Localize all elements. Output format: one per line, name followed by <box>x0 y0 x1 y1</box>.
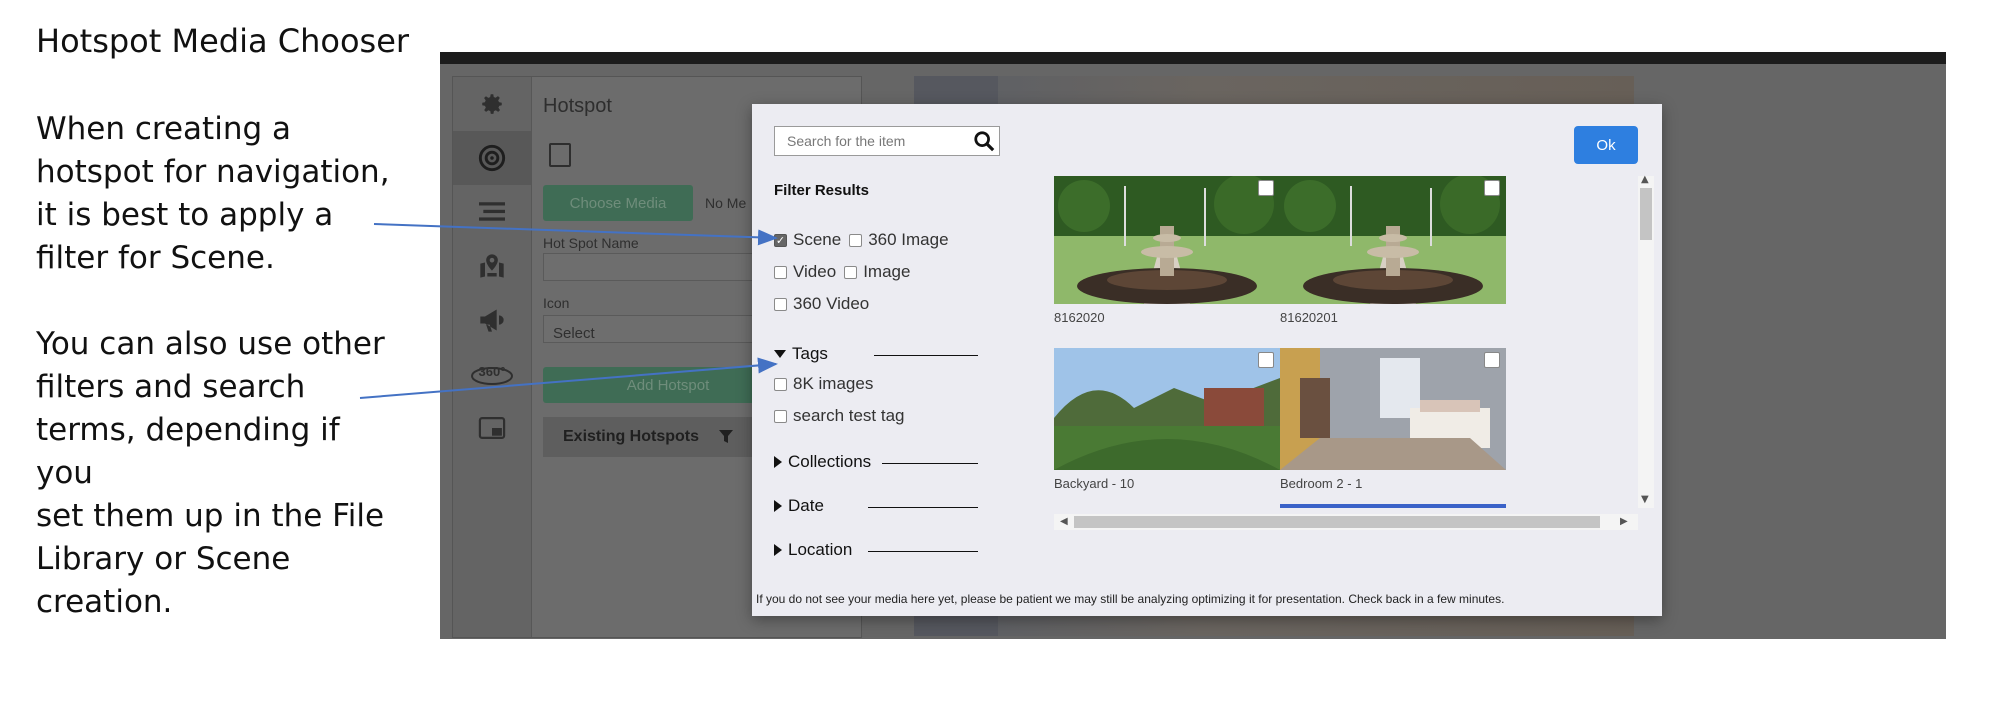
annotation-note-other-filters: You can also use other filters and searc… <box>36 326 385 620</box>
filter-360-image[interactable]: 360 Image <box>849 230 949 250</box>
caret-down-icon <box>774 350 786 358</box>
filter-row-3: 360 Video <box>774 294 877 314</box>
panel-title: Hotspot <box>543 95 612 117</box>
filter-results-title: Filter Results <box>774 182 870 199</box>
sidebar: 360° <box>453 77 532 637</box>
top-bar <box>440 52 1946 64</box>
tag-row-2[interactable]: search test tag <box>774 406 905 426</box>
media-select-checkbox[interactable] <box>1258 180 1274 196</box>
scroll-left-arrow-icon[interactable]: ◀ <box>1060 516 1068 527</box>
svg-text:360°: 360° <box>479 364 506 379</box>
target-icon[interactable] <box>453 131 531 185</box>
media-chooser-modal: Ok Filter Results Scene 360 Image Video … <box>752 104 1662 616</box>
tags-label: Tags <box>792 344 828 363</box>
no-media-text: No Me <box>705 195 747 211</box>
filter-row-1: Scene 360 Image <box>774 230 957 250</box>
tag-label: 8K images <box>793 374 874 393</box>
collections-section-toggle[interactable]: Collections <box>774 452 871 472</box>
date-label: Date <box>788 496 824 515</box>
media-thumbnail[interactable] <box>1280 348 1506 470</box>
360-image-checkbox[interactable] <box>849 233 863 247</box>
video-checkbox[interactable] <box>774 265 787 279</box>
megaphone-icon[interactable] <box>453 293 531 347</box>
media-item[interactable]: Bedroom 2 - 1 <box>1280 348 1506 491</box>
filter-row-2: Video Image <box>774 262 918 282</box>
annotation-note-scene-filter: When creating a hotspot for navigation, … <box>36 111 390 276</box>
horizontal-scroll-thumb[interactable] <box>1074 516 1600 528</box>
collections-label: Collections <box>788 452 872 471</box>
date-section-toggle[interactable]: Date <box>774 496 824 516</box>
annotation-title: Hotspot Media Chooser <box>36 22 410 60</box>
scroll-down-arrow-icon[interactable]: ▼ <box>1641 494 1649 505</box>
save-icon[interactable] <box>549 143 571 167</box>
search-box[interactable] <box>774 126 1000 156</box>
image-checkbox[interactable] <box>844 265 858 279</box>
360-icon[interactable]: 360° <box>453 347 531 401</box>
tags-divider <box>874 355 978 356</box>
media-grid: 8162020 81620201 Backyard - 10 Bedroom 2… <box>1054 176 1638 508</box>
scene-label: Scene <box>793 230 842 249</box>
filter-360-video[interactable]: 360 Video <box>774 294 869 314</box>
scroll-right-arrow-icon[interactable]: ▶ <box>1620 516 1628 527</box>
360-video-label: 360 Video <box>793 294 870 313</box>
media-select-checkbox[interactable] <box>1484 352 1500 368</box>
tag-label: search test tag <box>793 406 905 425</box>
filter-image[interactable]: Image <box>844 262 910 282</box>
media-item[interactable]: 81620201 <box>1280 176 1506 325</box>
caret-right-icon <box>774 544 782 556</box>
vertical-scroll-thumb[interactable] <box>1640 188 1652 240</box>
selection-indicator <box>1280 504 1506 508</box>
ok-button[interactable]: Ok <box>1574 126 1638 164</box>
media-select-checkbox[interactable] <box>1484 180 1500 196</box>
choose-media-button[interactable]: Choose Media <box>543 185 693 221</box>
360-image-label: 360 Image <box>868 230 949 249</box>
image-label: Image <box>863 262 911 281</box>
gear-icon[interactable] <box>453 77 531 131</box>
caret-right-icon <box>774 500 782 512</box>
icon-select-value: Select <box>553 325 595 342</box>
footer-note: If you do not see your media here yet, p… <box>756 592 1505 606</box>
caret-right-icon <box>774 456 782 468</box>
filter-scene[interactable]: Scene <box>774 230 841 250</box>
360-video-checkbox[interactable] <box>774 297 787 311</box>
picture-in-picture-icon[interactable] <box>453 401 531 455</box>
media-thumbnail[interactable] <box>1054 176 1280 304</box>
filter-video[interactable]: Video <box>774 262 836 282</box>
scene-checkbox[interactable] <box>774 233 787 247</box>
media-label: Backyard - 10 <box>1054 476 1135 491</box>
search-input[interactable] <box>775 127 965 155</box>
map-icon[interactable] <box>453 239 531 293</box>
media-label: 8162020 <box>1054 310 1105 325</box>
media-label: 81620201 <box>1280 310 1338 325</box>
media-label: Bedroom 2 - 1 <box>1280 476 1363 491</box>
tag-row-1[interactable]: 8K images <box>774 374 873 394</box>
media-item[interactable]: 8162020 <box>1054 176 1280 325</box>
date-divider <box>868 507 978 508</box>
location-section-toggle[interactable]: Location <box>774 540 852 560</box>
media-item[interactable]: Backyard - 10 <box>1054 348 1280 491</box>
scroll-up-arrow-icon[interactable]: ▲ <box>1641 174 1649 185</box>
tag-checkbox[interactable] <box>774 409 787 423</box>
tag-checkbox[interactable] <box>774 377 787 391</box>
filter-icon[interactable] <box>719 430 734 444</box>
vertical-scrollbar[interactable]: ▲ ▼ <box>1638 174 1654 508</box>
list-icon[interactable] <box>453 185 531 239</box>
collections-divider <box>882 463 978 464</box>
icon-label: Icon <box>543 295 570 311</box>
location-label: Location <box>788 540 853 559</box>
location-divider <box>868 551 978 552</box>
media-thumbnail[interactable] <box>1054 348 1280 470</box>
media-thumbnail[interactable] <box>1280 176 1506 304</box>
media-select-checkbox[interactable] <box>1258 352 1274 368</box>
existing-hotspots-label: Existing Hotspots <box>563 428 700 445</box>
hotspot-name-label: Hot Spot Name <box>543 235 639 251</box>
video-label: Video <box>793 262 837 281</box>
search-icon[interactable] <box>973 130 995 152</box>
horizontal-scrollbar[interactable]: ◀ ▶ <box>1054 514 1638 530</box>
tags-section-toggle[interactable]: Tags <box>774 344 828 364</box>
